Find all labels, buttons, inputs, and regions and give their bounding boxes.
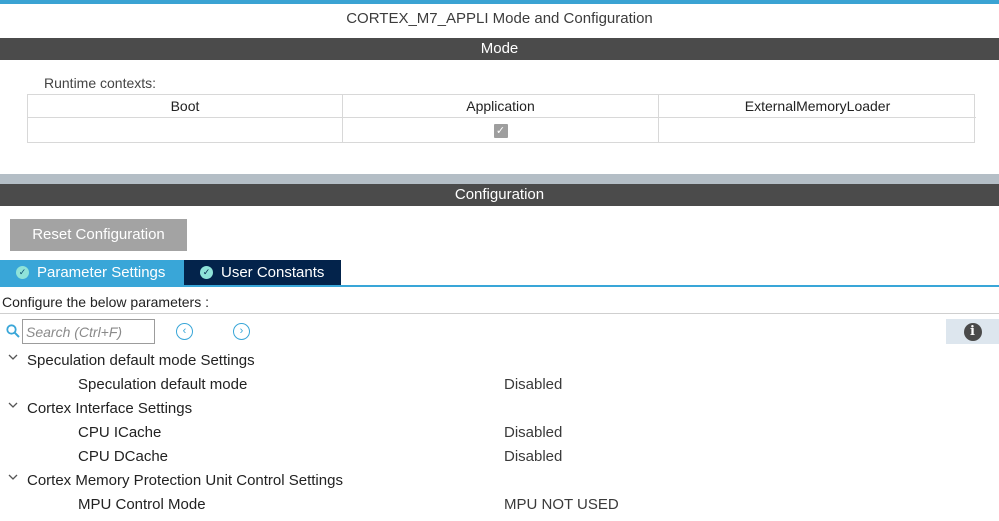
param-value[interactable]: Disabled [504, 424, 562, 441]
tab-underline [0, 285, 999, 287]
top-accent-bar [0, 0, 999, 4]
chevron-right-circle-icon[interactable]: › [233, 323, 250, 340]
tree-param-row[interactable]: CPU ICache Disabled [0, 421, 999, 445]
divider [0, 313, 999, 314]
param-label: CPU DCache [78, 448, 169, 465]
param-label: Speculation default mode [78, 376, 248, 393]
param-value[interactable]: Disabled [504, 376, 562, 393]
param-label: MPU Control Mode [78, 496, 206, 513]
tree-group-speculation[interactable]: Speculation default mode Settings [0, 349, 999, 373]
runtime-contexts-table: Boot Application ExternalMemoryLoader ✓ [27, 94, 976, 143]
tab-label: Parameter Settings [37, 264, 166, 281]
reset-configuration-button[interactable]: Reset Configuration [10, 219, 187, 251]
param-label: CPU ICache [78, 424, 162, 441]
application-context-checkbox[interactable]: ✓ [493, 123, 508, 138]
chevron-down-icon[interactable] [8, 472, 18, 482]
group-label: Cortex Memory Protection Unit Control Se… [27, 472, 343, 489]
param-value[interactable]: Disabled [504, 448, 562, 465]
boot-context-cell[interactable] [28, 118, 343, 143]
column-header-boot: Boot [28, 95, 343, 118]
tree-group-cortex-interface[interactable]: Cortex Interface Settings [0, 397, 999, 421]
search-input[interactable] [22, 319, 155, 344]
configuration-tabs: ✓ Parameter Settings ✓ User Constants [0, 260, 341, 285]
column-header-application: Application [343, 95, 659, 118]
group-label: Cortex Interface Settings [27, 400, 193, 417]
group-label: Speculation default mode Settings [27, 352, 255, 369]
tree-param-row[interactable]: CPU DCache Disabled [0, 445, 999, 469]
check-circle-icon: ✓ [200, 266, 213, 279]
info-button[interactable]: i [946, 319, 999, 344]
search-icon[interactable] [6, 324, 20, 338]
tree-group-cortex-mpu[interactable]: Cortex Memory Protection Unit Control Se… [0, 469, 999, 493]
configure-parameters-text: Configure the below parameters : [2, 294, 209, 310]
external-memory-loader-context-cell[interactable] [659, 118, 976, 143]
column-header-external-memory-loader: ExternalMemoryLoader [659, 95, 976, 118]
chevron-down-icon[interactable] [8, 400, 18, 410]
info-icon: i [963, 322, 982, 341]
chevron-down-icon[interactable] [8, 352, 18, 362]
tree-param-row[interactable]: MPU Control Mode MPU NOT USED [0, 493, 999, 517]
chevron-left-circle-icon[interactable]: ‹ [176, 323, 193, 340]
window-title: CORTEX_M7_APPLI Mode and Configuration [346, 10, 653, 27]
mode-section-header: Mode [0, 38, 999, 60]
runtime-contexts-label: Runtime contexts: [44, 75, 157, 91]
application-context-cell[interactable]: ✓ [343, 118, 659, 143]
check-circle-icon: ✓ [16, 266, 29, 279]
parameter-tree: Speculation default mode Settings Specul… [0, 349, 999, 517]
configuration-section-header: Configuration [0, 184, 999, 206]
tab-parameter-settings[interactable]: ✓ Parameter Settings [0, 260, 184, 285]
param-value[interactable]: MPU NOT USED [504, 496, 619, 513]
tab-user-constants[interactable]: ✓ User Constants [184, 260, 341, 285]
tab-label: User Constants [221, 264, 325, 281]
tree-param-row[interactable]: Speculation default mode Disabled [0, 373, 999, 397]
section-divider [0, 174, 999, 184]
